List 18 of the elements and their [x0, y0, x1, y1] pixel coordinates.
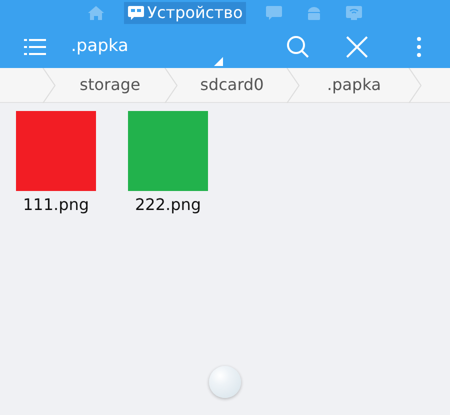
home-icon: [87, 5, 106, 21]
image-thumbnail[interactable]: [128, 111, 208, 191]
dropdown-corner-icon[interactable]: [214, 56, 224, 66]
monitor-wifi-icon: [344, 5, 363, 21]
chat-bubble-icon: [264, 5, 283, 21]
menu-icon[interactable]: [24, 38, 46, 56]
file-name: 111.png: [22, 194, 90, 216]
close-icon[interactable]: [346, 36, 368, 58]
more-icon[interactable]: [416, 36, 422, 58]
search-icon[interactable]: [286, 35, 310, 59]
breadcrumb-item[interactable]: storage: [56, 73, 164, 97]
device-tab[interactable]: Устройство: [124, 2, 246, 24]
breadcrumb-item[interactable]: sdcard0: [178, 73, 286, 97]
floating-button[interactable]: [209, 366, 241, 398]
chat-bubble-icon: [127, 5, 146, 21]
file-name: 222.png: [134, 194, 202, 216]
image-thumbnail[interactable]: [16, 111, 96, 191]
breadcrumb-item[interactable]: .papka: [300, 73, 408, 97]
